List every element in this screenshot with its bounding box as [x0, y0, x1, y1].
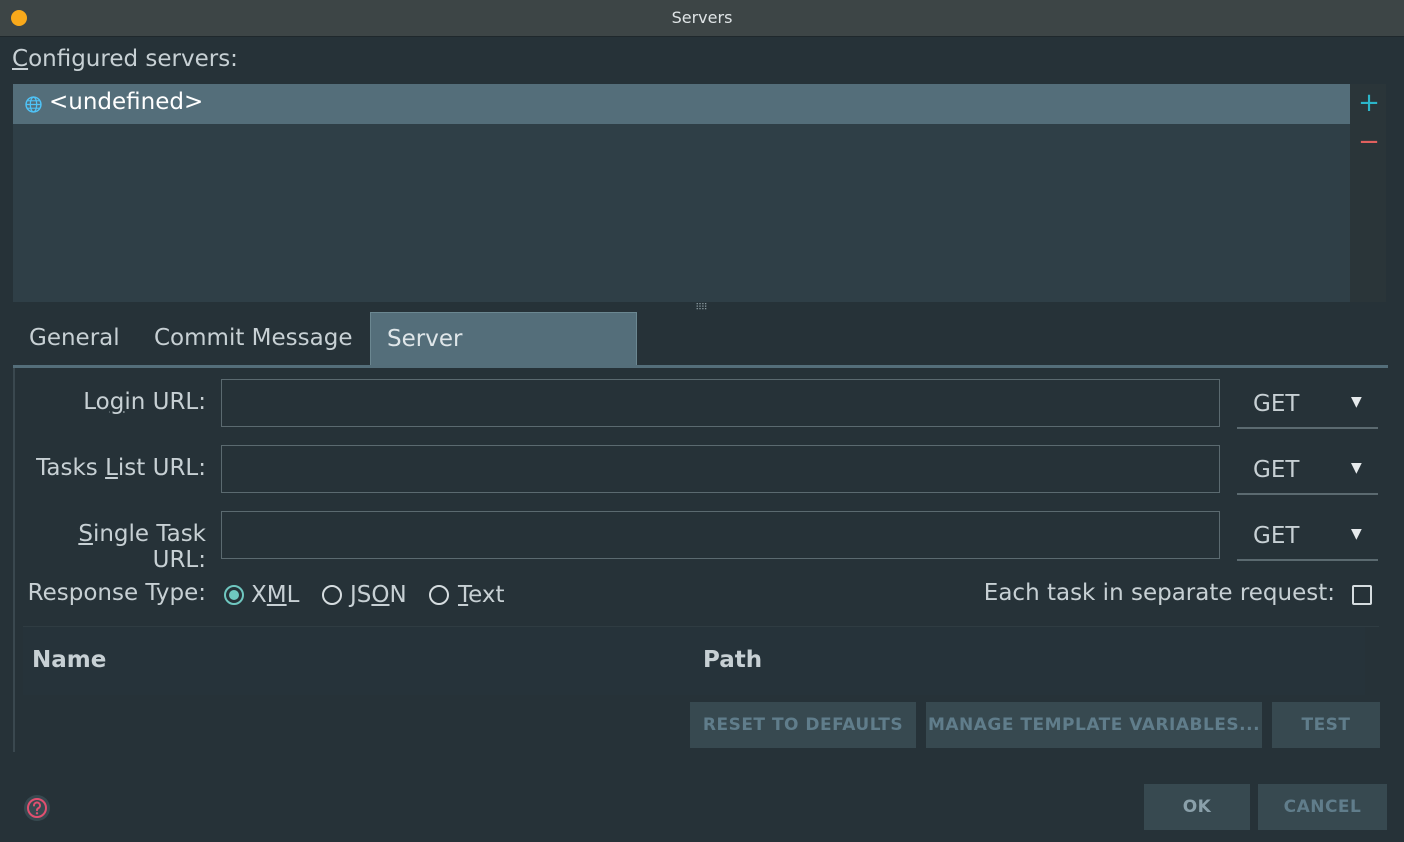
login-url-input[interactable] — [221, 379, 1220, 427]
globe-icon — [25, 96, 42, 113]
text-radio-label: Text — [458, 582, 505, 608]
splitter-handle[interactable]: ⠿⠿ — [690, 304, 712, 313]
json-radio[interactable] — [322, 585, 342, 605]
response-type-label: Response Type: — [27, 580, 206, 606]
single-task-url-label: Single Task URL: — [78, 521, 206, 573]
tab-underline — [13, 365, 1388, 368]
reset-to-defaults-button[interactable]: RESET TO DEFAULTS — [690, 702, 916, 748]
server-list[interactable]: <undefined> — [13, 84, 1350, 302]
chevron-down-icon: ▼ — [1351, 394, 1362, 410]
tab-panel-border — [13, 368, 15, 752]
column-header-name[interactable]: Name — [32, 647, 106, 673]
json-radio-label: JSON — [350, 582, 407, 608]
login-method-value: GET — [1253, 391, 1300, 417]
tab-server-configuration[interactable]: Server Configuration — [370, 312, 637, 405]
template-table[interactable]: Name Path — [23, 626, 1379, 695]
separate-request-checkbox[interactable] — [1352, 585, 1372, 605]
tasks-list-url-input[interactable] — [221, 445, 1220, 493]
separate-request-label: Each task in separate request: — [983, 580, 1335, 606]
chevron-down-icon: ▼ — [1351, 526, 1362, 542]
single-task-method-value: GET — [1253, 523, 1300, 549]
login-method-select[interactable]: GET ▼ — [1237, 381, 1378, 429]
tasks-list-method-value: GET — [1253, 457, 1300, 483]
text-radio[interactable] — [429, 585, 449, 605]
column-header-path[interactable]: Path — [703, 647, 762, 673]
login-url-label: Login URL: — [83, 389, 206, 415]
table-scrollbar[interactable] — [1365, 627, 1379, 695]
chevron-down-icon: ▼ — [1351, 460, 1362, 476]
manage-template-variables-button[interactable]: MANAGE TEMPLATE VARIABLES... — [926, 702, 1262, 748]
server-list-item[interactable]: <undefined> — [13, 84, 1350, 124]
server-list-toolbar: + − — [1350, 84, 1386, 302]
xml-radio[interactable] — [224, 585, 244, 605]
remove-server-icon[interactable]: − — [1358, 129, 1380, 155]
single-task-url-input[interactable] — [221, 511, 1220, 559]
single-task-method-select[interactable]: GET ▼ — [1237, 513, 1378, 561]
tab-commit-message[interactable]: Commit Message — [138, 312, 370, 365]
xml-radio-label: XML — [251, 582, 300, 608]
configured-servers-label: Configured servers: — [12, 46, 238, 72]
window-title: Servers — [671, 8, 733, 27]
title-bar: Servers — [0, 0, 1404, 37]
help-icon[interactable] — [23, 794, 51, 822]
cancel-button[interactable]: CANCEL — [1258, 784, 1387, 830]
tab-general[interactable]: General — [13, 312, 138, 365]
tasks-list-url-label: Tasks List URL: — [36, 455, 206, 481]
ok-button[interactable]: OK — [1144, 784, 1250, 830]
tasks-list-method-select[interactable]: GET ▼ — [1237, 447, 1378, 495]
test-button[interactable]: TEST — [1272, 702, 1380, 748]
add-server-icon[interactable]: + — [1358, 90, 1380, 116]
server-name: <undefined> — [49, 89, 204, 115]
